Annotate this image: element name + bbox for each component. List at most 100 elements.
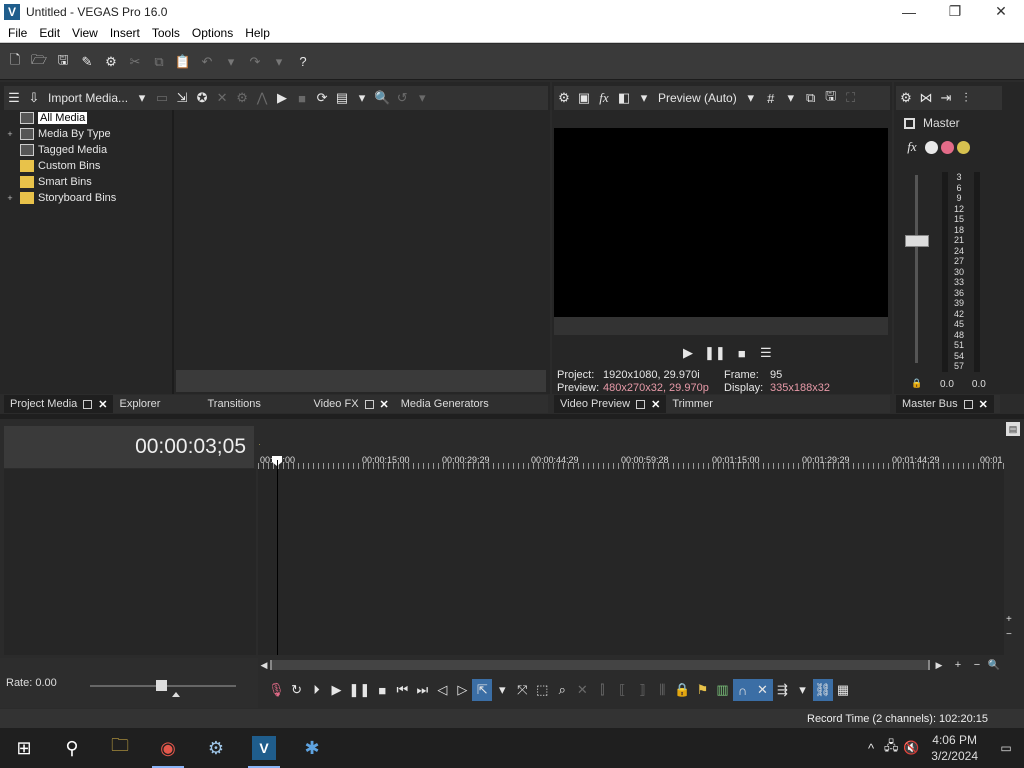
- scroll-right-icon[interactable]: ▶: [930, 660, 948, 671]
- minimize-button[interactable]: —: [886, 0, 932, 23]
- search-icon[interactable]: 🔍: [372, 87, 392, 109]
- tab-video-fx[interactable]: Video FX ✕: [307, 395, 394, 413]
- play-from-start-icon[interactable]: ⏵: [307, 679, 327, 701]
- loop-playback-icon[interactable]: ↻: [287, 679, 307, 701]
- play-media-icon[interactable]: ▶: [272, 87, 292, 109]
- network-icon[interactable]: 🖧: [881, 737, 901, 759]
- views-icon[interactable]: ▤: [332, 87, 352, 109]
- auto-ripple-icon[interactable]: ⇶: [773, 679, 793, 701]
- preview-quality-dropdown[interactable]: Preview (Auto): [654, 91, 741, 105]
- remove-media-icon[interactable]: ✕: [212, 87, 232, 109]
- preview-properties-gear-icon[interactable]: ⚙: [554, 87, 574, 109]
- pause-icon[interactable]: ❚❚: [347, 679, 373, 701]
- menu-tools[interactable]: Tools: [146, 26, 186, 40]
- go-to-start-icon[interactable]: ⏮: [392, 679, 412, 701]
- vertical-zoom-in-icon[interactable]: +: [1006, 614, 1012, 625]
- start-windows-icon[interactable]: ⊞: [0, 728, 48, 768]
- refresh-icon[interactable]: ↺: [392, 87, 412, 109]
- save-as-icon[interactable]: ✎: [76, 51, 98, 73]
- tree-splitter[interactable]: [172, 110, 174, 394]
- tab-project-media[interactable]: Project Media ✕: [4, 395, 114, 413]
- split-screen-dropdown-icon[interactable]: ▾: [634, 87, 654, 109]
- notification-center-icon[interactable]: ▭: [988, 728, 1024, 768]
- properties-gear-icon[interactable]: ⚙: [100, 51, 122, 73]
- undock-icon[interactable]: [83, 399, 93, 409]
- mixer-faders-icon[interactable]: ⫶: [956, 87, 976, 109]
- import-dropdown-icon[interactable]: ▾: [132, 87, 152, 109]
- tree-item-all-media[interactable]: All Media: [4, 110, 172, 126]
- tab-explorer[interactable]: Explorer: [113, 395, 201, 413]
- menu-options[interactable]: Options: [186, 26, 239, 40]
- master-mute-icon[interactable]: [941, 140, 954, 154]
- tab-transitions[interactable]: Transitions: [201, 395, 307, 413]
- open-icon[interactable]: 🗁: [28, 51, 50, 73]
- search-icon[interactable]: ⚲: [48, 728, 96, 768]
- trim-start-icon[interactable]: ⟦: [612, 679, 632, 701]
- menu-insert[interactable]: Insert: [104, 26, 146, 40]
- save-icon[interactable]: 🖫: [52, 51, 74, 73]
- zoom-in-icon[interactable]: +: [948, 659, 968, 671]
- rate-slider-handle[interactable]: [156, 680, 167, 691]
- vertical-zoom-out-icon[interactable]: −: [1006, 629, 1012, 640]
- record-icon[interactable]: 🎙: [266, 679, 287, 701]
- playhead-cursor[interactable]: [277, 460, 278, 655]
- timeline-ruler[interactable]: 00:00:00 00:00:15:00 00:00:29:29 00:00:4…: [258, 445, 1004, 469]
- media-horizontal-scrollbar[interactable]: [176, 370, 546, 392]
- scroll-left-icon[interactable]: ◀: [258, 660, 270, 671]
- cut-icon[interactable]: ✂: [124, 51, 146, 73]
- play-icon[interactable]: ▶: [327, 679, 347, 701]
- tree-item-media-by-type[interactable]: + Media By Type: [4, 126, 172, 142]
- delete-icon[interactable]: ✕: [572, 679, 592, 701]
- import-media-icon[interactable]: ⇩: [24, 87, 44, 109]
- menu-file[interactable]: File: [2, 26, 33, 40]
- video-preview-screen[interactable]: [554, 128, 888, 317]
- mixer-gear-icon[interactable]: ⚙: [896, 87, 916, 109]
- vegas-taskbar-icon[interactable]: V: [240, 728, 288, 768]
- dock-splitter[interactable]: [0, 414, 1024, 419]
- steam-icon[interactable]: ⚙: [192, 728, 240, 768]
- snapping-icon[interactable]: ∩: [732, 679, 753, 701]
- copy-icon[interactable]: ⧉: [148, 51, 170, 73]
- fader-lock-icon[interactable]: 🔒: [911, 378, 922, 389]
- downmix-icon[interactable]: ⇥: [936, 87, 956, 109]
- insert-bus-icon[interactable]: ⋈: [916, 87, 936, 109]
- zoom-out-icon[interactable]: −: [968, 659, 986, 671]
- undock-icon[interactable]: [963, 399, 973, 409]
- insert-region-icon[interactable]: ▥: [713, 679, 733, 701]
- selection-tool-icon[interactable]: ⬚: [532, 679, 552, 701]
- tree-item-storyboard-bins[interactable]: + Storyboard Bins: [4, 190, 172, 206]
- views-dropdown-icon[interactable]: ▾: [352, 87, 372, 109]
- file-explorer-icon[interactable]: 🗀: [96, 728, 144, 768]
- master-fader-track[interactable]: [915, 175, 918, 363]
- redo-icon[interactable]: ↷: [244, 51, 266, 73]
- new-project-icon[interactable]: 🗋: [4, 51, 26, 73]
- split-icon[interactable]: ⫼: [652, 679, 672, 701]
- envelope-tool-icon[interactable]: ⤧: [512, 679, 532, 701]
- external-monitor-icon[interactable]: ⛶: [841, 87, 861, 109]
- tree-item-tagged-media[interactable]: Tagged Media: [4, 142, 172, 158]
- previous-frame-icon[interactable]: ◁: [432, 679, 452, 701]
- close-tab-icon[interactable]: ✕: [98, 398, 107, 411]
- close-button[interactable]: ✕: [978, 0, 1024, 23]
- close-tab-icon[interactable]: ✕: [979, 398, 988, 411]
- auto-preview-icon[interactable]: ⟳: [312, 87, 332, 109]
- panel-menu-icon[interactable]: ☰: [4, 87, 24, 109]
- expand-toggle[interactable]: +: [4, 193, 16, 203]
- tab-video-preview[interactable]: Video Preview ✕: [554, 395, 667, 413]
- preview-menu-icon[interactable]: ☰: [756, 342, 776, 364]
- maximize-button[interactable]: ❐: [932, 0, 978, 23]
- volume-muted-icon[interactable]: 🔇: [901, 737, 921, 759]
- save-snapshot-icon[interactable]: 🖫: [821, 87, 841, 109]
- redo-dropdown-icon[interactable]: ▾: [268, 51, 290, 73]
- marker-bar-icon[interactable]: ▤: [1006, 422, 1020, 436]
- chrome-icon[interactable]: ◉: [144, 728, 192, 768]
- undo-icon[interactable]: ↶: [196, 51, 218, 73]
- edit-tool-dropdown-icon[interactable]: ▾: [492, 679, 512, 701]
- insert-marker-icon[interactable]: ⚑: [693, 679, 713, 701]
- close-tab-icon[interactable]: ✕: [651, 398, 660, 411]
- stop-icon[interactable]: ■: [372, 679, 392, 701]
- timeline-track-area[interactable]: [258, 469, 1004, 655]
- menu-help[interactable]: Help: [239, 26, 276, 40]
- preview-quality-chevron-icon[interactable]: ▾: [741, 87, 761, 109]
- tab-media-generators[interactable]: Media Generators: [395, 395, 495, 413]
